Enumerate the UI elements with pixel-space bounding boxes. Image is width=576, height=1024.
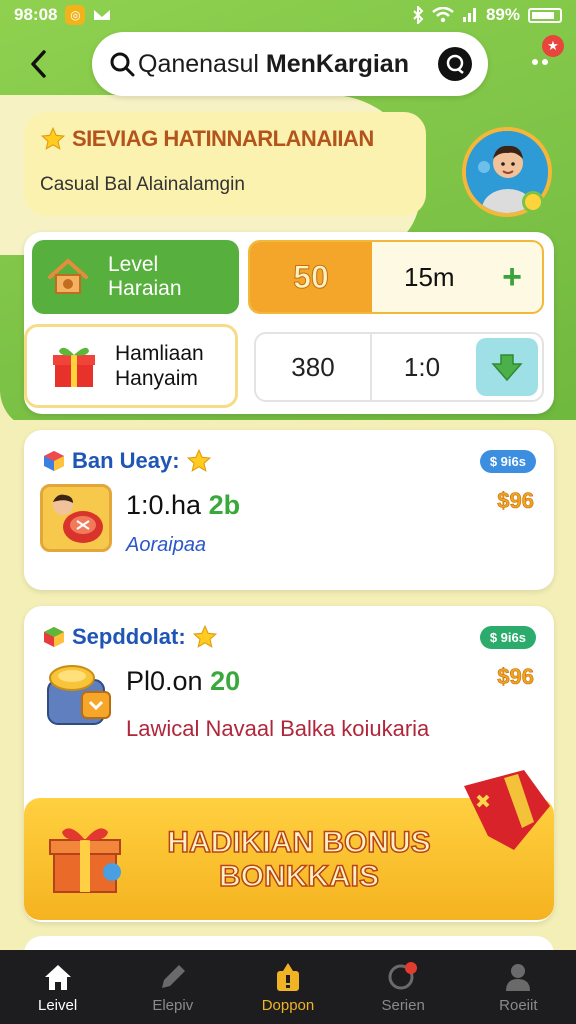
nav-item-edit[interactable]: Elepiv <box>123 961 223 1014</box>
star-icon <box>40 126 66 150</box>
bonus-ratio: 1:0 <box>403 351 441 382</box>
banner-line-1: HADIKIAN BONUS <box>167 825 432 860</box>
status-left: 98:08 ◎ <box>14 5 111 25</box>
item-amount: 1:0.ha 2b <box>126 490 240 521</box>
coin-machine-icon <box>47 665 111 725</box>
title-card: SIEVIAG HATINNARLANAIIAN Casual Bal Alai… <box>24 112 426 216</box>
arrow-down-icon <box>491 354 523 382</box>
search-text-prefix: Qanenasul <box>138 49 259 78</box>
app-badge-icon: ◎ <box>65 5 86 25</box>
nav-item-search[interactable]: Serien <box>353 961 453 1014</box>
search-bar[interactable]: Qanenasul MenKargian <box>92 32 488 96</box>
status-time: 98:08 <box>14 5 58 24</box>
star-icon <box>192 624 217 648</box>
gift-icon <box>53 347 95 387</box>
pen-icon <box>157 961 189 993</box>
assistant-icon[interactable] <box>438 47 472 81</box>
card-price: $96 <box>497 664 534 690</box>
card-header: Ban Ueay: <box>42 448 212 474</box>
claim-button[interactable] <box>476 338 538 396</box>
card-header: Sepddolat: <box>42 624 218 650</box>
bottom-nav: Leivel Elepiv Doppon Serien Roeiit <box>0 950 576 1024</box>
bonus-label-line2: Hanyaim <box>115 367 198 390</box>
star-icon <box>186 448 211 472</box>
bonus-stats: 380 1:0 <box>254 332 544 402</box>
level-label-line1: Level <box>108 253 159 276</box>
card-title: Ban Ueay: <box>72 448 180 473</box>
item-subtitle: Lawical Navaal Balka koiukaria <box>126 716 430 741</box>
page-title: SIEVIAG HATINNARLANAIIAN <box>72 126 374 151</box>
bonus-label: Hamliaan Hanyaim <box>115 341 204 391</box>
item-subtitle: Aoraipaa <box>126 534 207 556</box>
home-icon <box>42 961 74 993</box>
card-price: $96 <box>497 488 534 514</box>
status-right: 89% <box>412 5 562 25</box>
battery-icon <box>528 7 562 23</box>
nav-label: Serien <box>381 996 425 1014</box>
title-row: SIEVIAG HATINNARLANAIIAN <box>40 126 410 152</box>
cube-icon <box>44 627 64 647</box>
avatar-status-badge <box>522 191 544 213</box>
search-icon <box>387 961 419 993</box>
level-button[interactable]: Level Haraian <box>32 240 239 314</box>
gift-box-icon <box>49 828 121 893</box>
item-amount: Pl0.on 20 <box>126 666 240 697</box>
item-amount-main: Pl0.on <box>126 666 203 696</box>
card-badge: $ 9i6s <box>479 450 536 473</box>
nav-item-promo[interactable]: Doppon <box>238 961 338 1014</box>
item-amount-bonus: 20 <box>210 666 241 696</box>
search-input[interactable]: Qanenasul MenKargian <box>138 50 438 79</box>
level-value: 50 <box>250 242 372 312</box>
bonus-value: 380 <box>256 334 372 400</box>
bonus-label-line1: Hamliaan <box>115 342 204 365</box>
bonus-button[interactable]: Hamliaan Hanyaim <box>24 324 238 408</box>
level-stats: 50 15m + <box>248 240 544 314</box>
nav-label: Doppon <box>261 996 315 1014</box>
search-icon <box>110 52 135 77</box>
profile-icon <box>502 961 534 993</box>
house-icon <box>48 258 88 294</box>
item-amount-main: 1:0.ha <box>126 490 202 520</box>
page-subtitle: Casual Bal Alainalamgin <box>40 174 245 195</box>
nav-item-level[interactable]: Leivel <box>8 961 108 1014</box>
offer-card-1[interactable]: Ban Ueay: $ 9i6s $96 1:0.ha 2b Aoraipaa <box>24 430 554 590</box>
banner-text: HADIKIAN BONUS BONKKAIS <box>154 825 444 894</box>
card-badge: $ 9i6s <box>479 626 536 649</box>
level-label: Level Haraian <box>108 253 182 301</box>
bluetooth-icon <box>413 6 424 24</box>
nav-item-profile[interactable]: Roeiit <box>468 961 568 1014</box>
wifi-icon <box>432 7 454 23</box>
card-title: Sepddolat: <box>72 624 186 649</box>
level-label-line2: Haraian <box>108 277 182 300</box>
item-amount-bonus: 2b <box>208 490 241 520</box>
level-panel: Level Haraian 50 15m + Hamliaan Hanyaim … <box>24 232 554 414</box>
signal-icon <box>462 8 476 22</box>
status-bar: 98:08 ◎ 89% <box>0 0 576 30</box>
child-food-icon <box>43 487 109 549</box>
back-button[interactable] <box>20 44 56 84</box>
battery-percent: 89% <box>485 5 520 24</box>
cube-icon <box>44 451 64 471</box>
chat-bubble-icon <box>446 54 464 74</box>
notification-icon <box>94 10 111 20</box>
ribbon-tag-icon <box>464 770 550 850</box>
time-value: 15m <box>404 261 455 292</box>
nav-label: Elepiv <box>152 996 194 1014</box>
promo-icon <box>272 961 304 993</box>
nav-label: Leivel <box>37 996 78 1014</box>
banner-line-2: BONKKAIS <box>218 859 380 894</box>
star-notification-icon[interactable]: ★ <box>542 35 564 57</box>
search-text-bold: MenKargian <box>265 49 409 78</box>
add-button[interactable]: + <box>482 242 542 312</box>
chevron-left-icon <box>31 50 46 78</box>
nav-label: Roeiit <box>499 996 538 1014</box>
item-thumbnail <box>40 484 112 552</box>
